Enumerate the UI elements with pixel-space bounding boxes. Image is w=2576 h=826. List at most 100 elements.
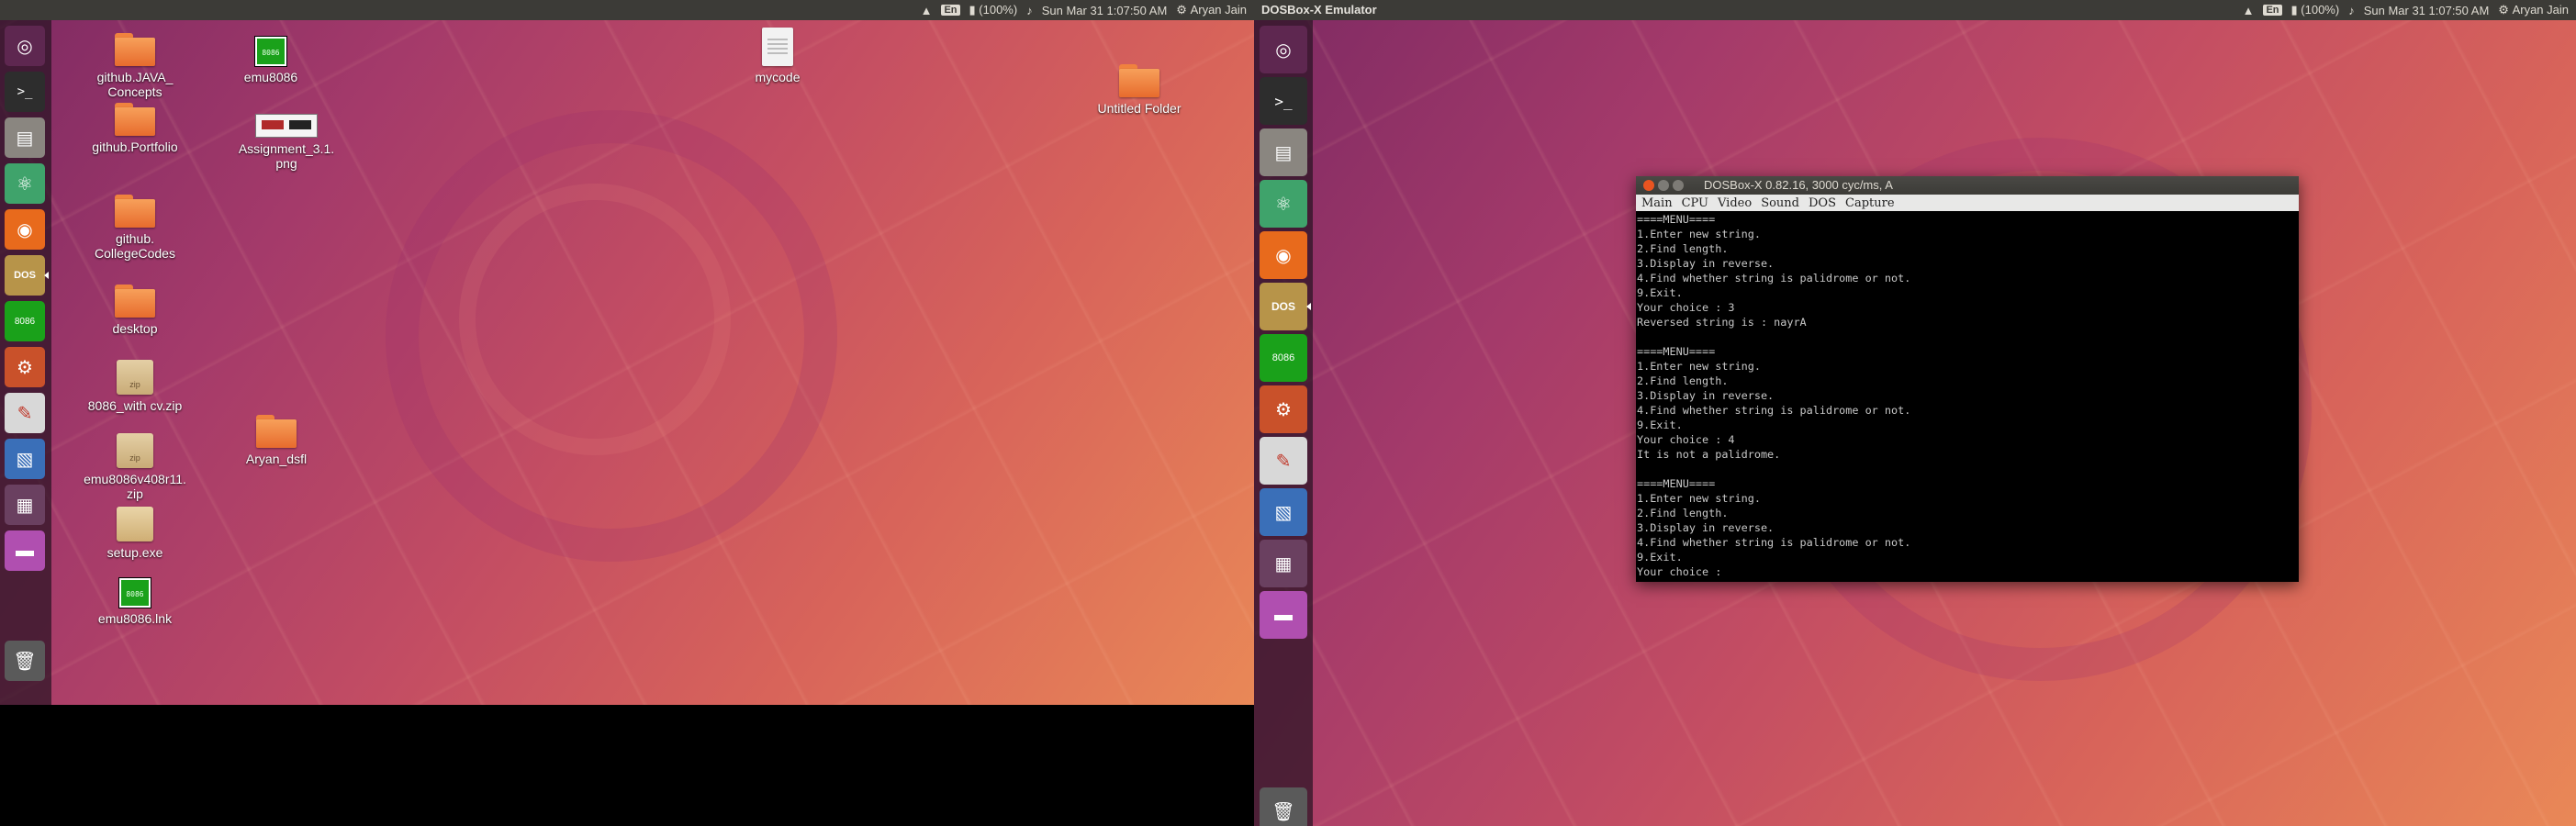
- menu-sound[interactable]: Sound: [1761, 196, 1799, 210]
- desktop-icon-desktop[interactable]: desktop: [75, 285, 195, 336]
- launcher-terminal[interactable]: >_: [1260, 77, 1307, 125]
- battery-level: (100%): [2301, 3, 2340, 17]
- trash-icon: 🗑: [13, 651, 37, 672]
- launcher-text-editor[interactable]: ✎: [5, 393, 45, 433]
- desktop-icon-mycode[interactable]: mycode: [718, 28, 837, 84]
- user-menu[interactable]: ⚙ Aryan Jain: [1176, 3, 1247, 17]
- launcher-trash[interactable]: 🗑: [5, 641, 45, 681]
- workspace-icon: ▦: [1274, 553, 1293, 575]
- console-prompt-line[interactable]: Your choice :: [1637, 564, 2299, 579]
- top-panel: ▲ En ▮ (100%) ♪ Sun Mar 31 1:07:50 AM ⚙ …: [0, 0, 1254, 20]
- console-line: Your choice : 4: [1637, 433, 1735, 446]
- console-line: 4.Find whether string is palidrome or no…: [1637, 272, 1911, 285]
- launcher-dosbox[interactable]: DOS: [1260, 283, 1311, 330]
- dos-console[interactable]: ====MENU==== 1.Enter new string. 2.Find …: [1636, 211, 2299, 582]
- volume-icon[interactable]: ♪: [2348, 4, 2355, 17]
- launcher-show-desktop[interactable]: ▬: [5, 530, 45, 571]
- dosbox-icon: DOS: [1271, 300, 1295, 313]
- desktop-icon-github-collegecodes[interactable]: github. CollegeCodes: [75, 195, 195, 261]
- desktop-icon-github-java-concepts[interactable]: github.JAVA_ Concepts: [75, 33, 195, 99]
- desktop-icon-untitled-folder[interactable]: Untitled Folder: [1080, 64, 1199, 116]
- launcher-atom[interactable]: ⚛: [5, 163, 45, 204]
- desktop-icon-setup-exe[interactable]: setup.exe: [75, 507, 195, 560]
- launcher-atom[interactable]: ⚛: [1260, 180, 1307, 228]
- keyboard-indicator[interactable]: En: [2263, 5, 2282, 16]
- launcher-terminal[interactable]: >_: [5, 72, 45, 112]
- launcher-show-desktop[interactable]: ▬: [1260, 591, 1307, 639]
- folder-icon: [115, 33, 155, 66]
- window-icon: ▬: [1274, 604, 1293, 625]
- gear-icon: ⚙: [17, 357, 33, 378]
- battery-level: (100%): [979, 3, 1018, 17]
- launcher-file-manager[interactable]: ▤: [5, 117, 45, 158]
- desktop-icon-emu8086v408r11-zip[interactable]: emu8086v408r11. zip: [75, 433, 195, 501]
- terminal-icon: >_: [17, 84, 33, 99]
- image-thumbnail-icon: [255, 114, 318, 138]
- document-icon: [762, 28, 793, 66]
- console-line: 3.Display in reverse.: [1637, 257, 1775, 270]
- battery-indicator[interactable]: ▮ (100%): [2291, 3, 2340, 17]
- desktop-icon-label: Assignment_3.1. png: [238, 141, 335, 171]
- unused-screen-area: [0, 705, 1254, 826]
- launcher-firefox[interactable]: ◉: [1260, 231, 1307, 279]
- launcher-image-viewer[interactable]: ▧: [1260, 488, 1307, 536]
- menu-main[interactable]: Main: [1641, 196, 1673, 210]
- console-line: ====MENU====: [1637, 345, 1716, 358]
- left-monitor: ▲ En ▮ (100%) ♪ Sun Mar 31 1:07:50 AM ⚙ …: [0, 0, 1254, 705]
- dosbox-titlebar[interactable]: DOSBox-X 0.82.16, 3000 cyc/ms, A: [1636, 176, 2299, 195]
- launcher-system-settings[interactable]: ⚙: [5, 347, 45, 387]
- menu-dos[interactable]: DOS: [1809, 196, 1836, 210]
- desktop-icon-aryan-dsfl[interactable]: Aryan_dsfl: [217, 415, 336, 466]
- minimize-icon[interactable]: [1658, 180, 1669, 191]
- launcher-emu8086[interactable]: 8086: [1260, 334, 1307, 382]
- launcher-ubuntu-dash[interactable]: ◎: [5, 26, 45, 66]
- launcher-emu8086[interactable]: 8086: [5, 301, 45, 341]
- launcher-workspace-switcher[interactable]: ▦: [5, 485, 45, 525]
- desktop-icon-label: emu8086: [243, 70, 298, 84]
- maximize-icon[interactable]: [1673, 180, 1684, 191]
- firefox-icon: ◉: [17, 219, 33, 240]
- menu-cpu[interactable]: CPU: [1682, 196, 1708, 210]
- launcher-dosbox[interactable]: DOS: [5, 255, 49, 296]
- console-line: ====MENU====: [1637, 477, 1716, 490]
- close-icon[interactable]: [1643, 180, 1654, 191]
- wifi-icon[interactable]: ▲: [2243, 4, 2255, 17]
- launcher-firefox[interactable]: ◉: [5, 209, 45, 250]
- desktop-icon-assignment-png[interactable]: Assignment_3.1. png: [227, 114, 346, 171]
- console-line: 1.Enter new string.: [1637, 492, 1761, 505]
- folder-icon: [115, 285, 155, 318]
- file-cabinet-icon: ▤: [1274, 142, 1293, 163]
- launcher-workspace-switcher[interactable]: ▦: [1260, 540, 1307, 587]
- console-line: 4.Find whether string is palidrome or no…: [1637, 404, 1911, 417]
- launcher-trash[interactable]: 🗑: [1260, 787, 1307, 826]
- menu-capture[interactable]: Capture: [1845, 196, 1895, 210]
- user-menu[interactable]: ⚙ Aryan Jain: [2498, 3, 2569, 17]
- wifi-icon[interactable]: ▲: [921, 4, 933, 17]
- console-line: Reversed string is : nayrA: [1637, 316, 1807, 329]
- clock[interactable]: Sun Mar 31 1:07:50 AM: [1042, 4, 1168, 17]
- dosbox-window[interactable]: DOSBox-X 0.82.16, 3000 cyc/ms, A Main CP…: [1636, 176, 2299, 582]
- launcher-text-editor[interactable]: ✎: [1260, 437, 1307, 485]
- zip-archive-icon: [117, 360, 153, 395]
- desktop-icon-emu8086-lnk[interactable]: emu8086.lnk: [75, 578, 195, 626]
- keyboard-indicator[interactable]: En: [941, 5, 960, 16]
- launcher-image-viewer[interactable]: ▧: [5, 439, 45, 479]
- launcher-ubuntu-dash[interactable]: ◎: [1260, 26, 1307, 73]
- launcher-system-settings[interactable]: ⚙: [1260, 385, 1307, 433]
- clock[interactable]: Sun Mar 31 1:07:50 AM: [2364, 4, 2490, 17]
- menu-video[interactable]: Video: [1718, 196, 1752, 210]
- battery-indicator[interactable]: ▮ (100%): [969, 3, 1018, 17]
- desktop-icon-8086-with-cv-zip[interactable]: 8086_with cv.zip: [75, 360, 195, 413]
- launcher-file-manager[interactable]: ▤: [1260, 128, 1307, 176]
- emu8086-chip-icon: [255, 37, 286, 66]
- ubuntu-logo-icon: ◎: [1275, 39, 1292, 61]
- desktop-icon-emu8086[interactable]: emu8086: [211, 37, 330, 84]
- desktop-icon-github-portfolio[interactable]: github.Portfolio: [75, 103, 195, 154]
- text-editor-icon: ✎: [17, 403, 33, 424]
- volume-icon[interactable]: ♪: [1026, 4, 1033, 17]
- console-line: ====MENU====: [1637, 213, 1716, 226]
- folder-icon: [115, 195, 155, 228]
- desktop-icon-label: github. CollegeCodes: [95, 231, 175, 261]
- console-line: 2.Find length.: [1637, 507, 1729, 519]
